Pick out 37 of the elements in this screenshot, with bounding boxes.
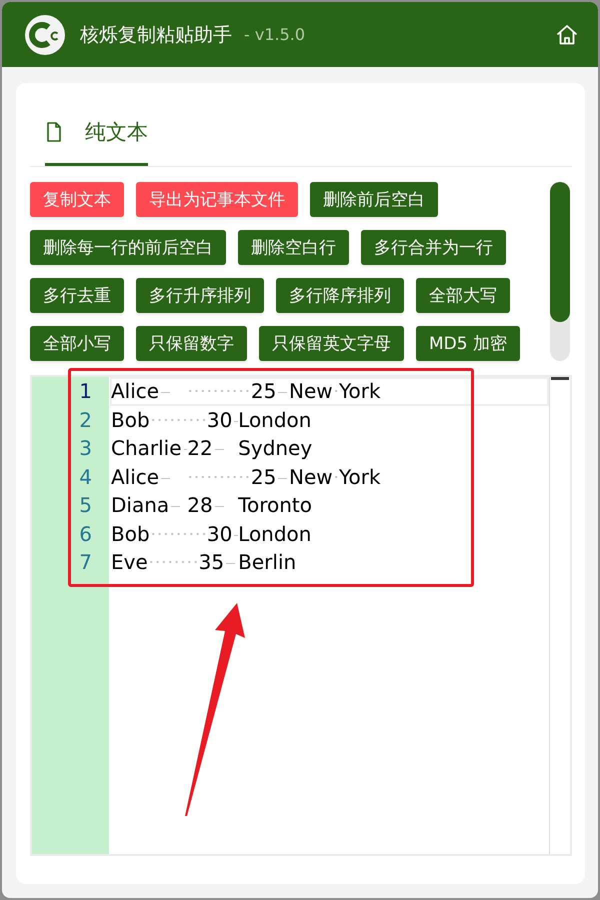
code-line: Alice 25 New York [110,464,382,490]
code-line: Bob 30 London [110,406,312,434]
home-icon [556,24,578,45]
line-number: 3 [79,435,92,462]
editor-text-area[interactable]: Alice 25 New York Bob 30 London Charlie 22 Sydney Alice 25 New York Diana 28 Toronto Bob 30 London Eve 35 Berlin [109,377,549,854]
cursor-marker-icon [551,377,569,380]
version-label: - v1.5.0 [244,25,306,44]
code-line: Charlie 22 Sydney [110,435,314,462]
code-line: Eve 35 Berlin [110,549,298,576]
app-title: 核烁复制粘贴助手 [80,22,232,48]
line-number: 1 [79,378,92,405]
line-number: 2 [79,406,92,434]
action-button[interactable]: 全部大写 [416,278,510,313]
action-button[interactable]: 全部小写 [30,326,124,361]
action-button[interactable]: 多行去重 [30,278,124,313]
document-icon [47,122,61,142]
action-button[interactable]: 多行合并为一行 [361,230,506,265]
home-button[interactable] [556,24,578,45]
code-line: Bob 30 London [110,520,312,548]
line-number: 6 [79,520,92,548]
action-button[interactable]: 删除空白行 [238,230,349,265]
action-button[interactable]: 多行降序排列 [276,278,404,313]
action-button[interactable]: MD5 加密 [416,326,520,361]
line-number: 5 [79,492,92,519]
code-line: Diana 28 Toronto [110,492,313,519]
line-number: 4 [79,464,92,490]
plain-text-tab[interactable]: 纯文本 [45,100,148,166]
code-line: Alice 25 New York [110,377,549,406]
scrollbar-thumb[interactable] [550,182,570,322]
action-button[interactable]: 删除每一行的前后空白 [30,230,226,265]
action-button[interactable]: 只保留数字 [136,326,247,361]
action-button[interactable]: 多行升序排列 [136,278,264,313]
action-button[interactable]: 删除前后空白 [310,182,438,217]
action-button[interactable]: 只保留英文字母 [259,326,404,361]
logo-icon [25,14,65,54]
line-number: 7 [79,549,92,576]
scrollbar-track[interactable] [550,182,570,361]
